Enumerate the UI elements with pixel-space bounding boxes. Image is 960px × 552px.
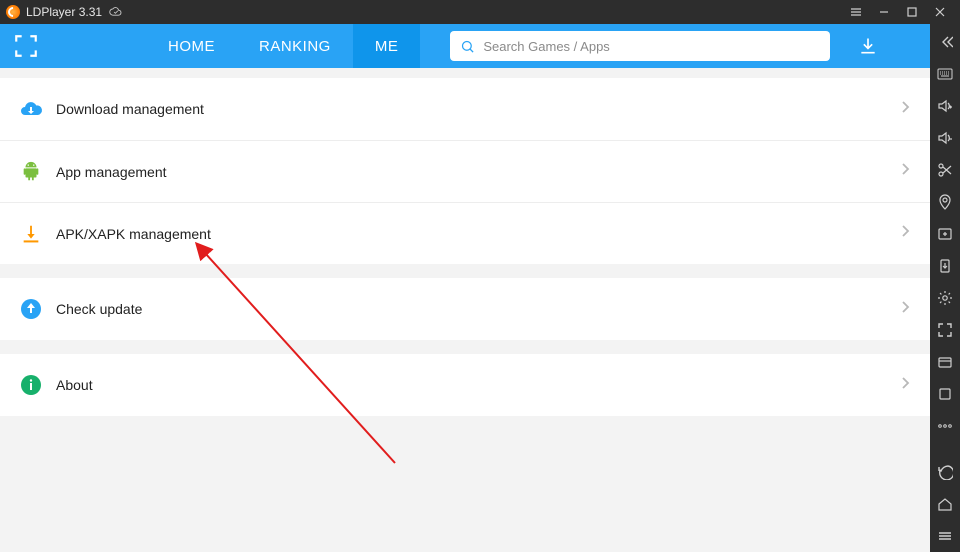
row-app-management[interactable]: App management — [0, 140, 930, 202]
row-label: Check update — [56, 301, 142, 317]
scissors-icon[interactable] — [930, 154, 960, 186]
titlebar: LDPlayer 3.31 — [0, 0, 960, 24]
rotate-icon[interactable] — [930, 378, 960, 410]
content-area: Download management App management — [0, 68, 930, 552]
tab-ranking[interactable]: RANKING — [237, 24, 353, 68]
main-panel: HOME RANKING ME — [0, 24, 930, 552]
location-icon[interactable] — [930, 186, 960, 218]
tab-me[interactable]: ME — [353, 24, 421, 68]
nav-tabs: HOME RANKING ME — [146, 24, 420, 68]
arrow-up-circle-icon — [18, 296, 44, 322]
collapse-sidebar-button[interactable] — [930, 26, 960, 58]
close-button[interactable] — [926, 0, 954, 24]
home-icon[interactable] — [930, 488, 960, 520]
volume-up-icon[interactable] — [930, 90, 960, 122]
volume-down-icon[interactable] — [930, 122, 960, 154]
minimize-button[interactable] — [870, 0, 898, 24]
more-icon[interactable] — [930, 410, 960, 442]
settings-icon[interactable] — [930, 282, 960, 314]
chevron-right-icon — [900, 99, 910, 120]
menu-button[interactable] — [842, 0, 870, 24]
top-nav: HOME RANKING ME — [0, 24, 930, 68]
search-icon — [460, 39, 475, 54]
chevron-right-icon — [900, 375, 910, 396]
app-window: LDPlayer 3.31 — [0, 0, 960, 552]
fullscreen-icon[interactable] — [930, 314, 960, 346]
add-window-icon[interactable] — [930, 218, 960, 250]
tab-home[interactable]: HOME — [146, 24, 237, 68]
chevron-right-icon — [900, 223, 910, 244]
row-download-management[interactable]: Download management — [0, 78, 930, 140]
keyboard-icon[interactable] — [930, 58, 960, 90]
app-title: LDPlayer 3.31 — [26, 5, 102, 19]
search-box[interactable] — [450, 31, 830, 61]
row-apk-management[interactable]: APK/XAPK management — [0, 202, 930, 264]
window-controls — [842, 0, 954, 24]
row-check-update[interactable]: Check update — [0, 278, 930, 340]
cloud-download-icon — [18, 96, 44, 122]
row-label: Download management — [56, 101, 204, 117]
row-label: About — [56, 377, 93, 393]
sync-status-icon — [108, 7, 124, 17]
recent-icon[interactable] — [930, 520, 960, 552]
app-logo-icon — [6, 5, 20, 19]
android-icon — [18, 159, 44, 185]
maximize-button[interactable] — [898, 0, 926, 24]
row-about[interactable]: About — [0, 354, 930, 416]
row-label: App management — [56, 164, 167, 180]
menu-group: Download management App management — [0, 78, 930, 264]
back-icon[interactable] — [930, 456, 960, 488]
frame-icon[interactable] — [6, 24, 46, 68]
install-apk-icon[interactable] — [930, 250, 960, 282]
apk-download-icon — [18, 221, 44, 247]
tab-label: RANKING — [259, 38, 331, 55]
chevron-right-icon — [900, 161, 910, 182]
download-button[interactable] — [848, 24, 888, 68]
info-icon — [18, 372, 44, 398]
row-label: APK/XAPK management — [56, 226, 211, 242]
chevron-right-icon — [900, 299, 910, 320]
menu-group: About — [0, 354, 930, 416]
tab-label: ME — [375, 38, 399, 55]
right-sidebar — [930, 24, 960, 552]
menu-group: Check update — [0, 278, 930, 340]
multi-window-icon[interactable] — [930, 346, 960, 378]
tab-label: HOME — [168, 38, 215, 55]
search-input[interactable] — [483, 39, 820, 54]
